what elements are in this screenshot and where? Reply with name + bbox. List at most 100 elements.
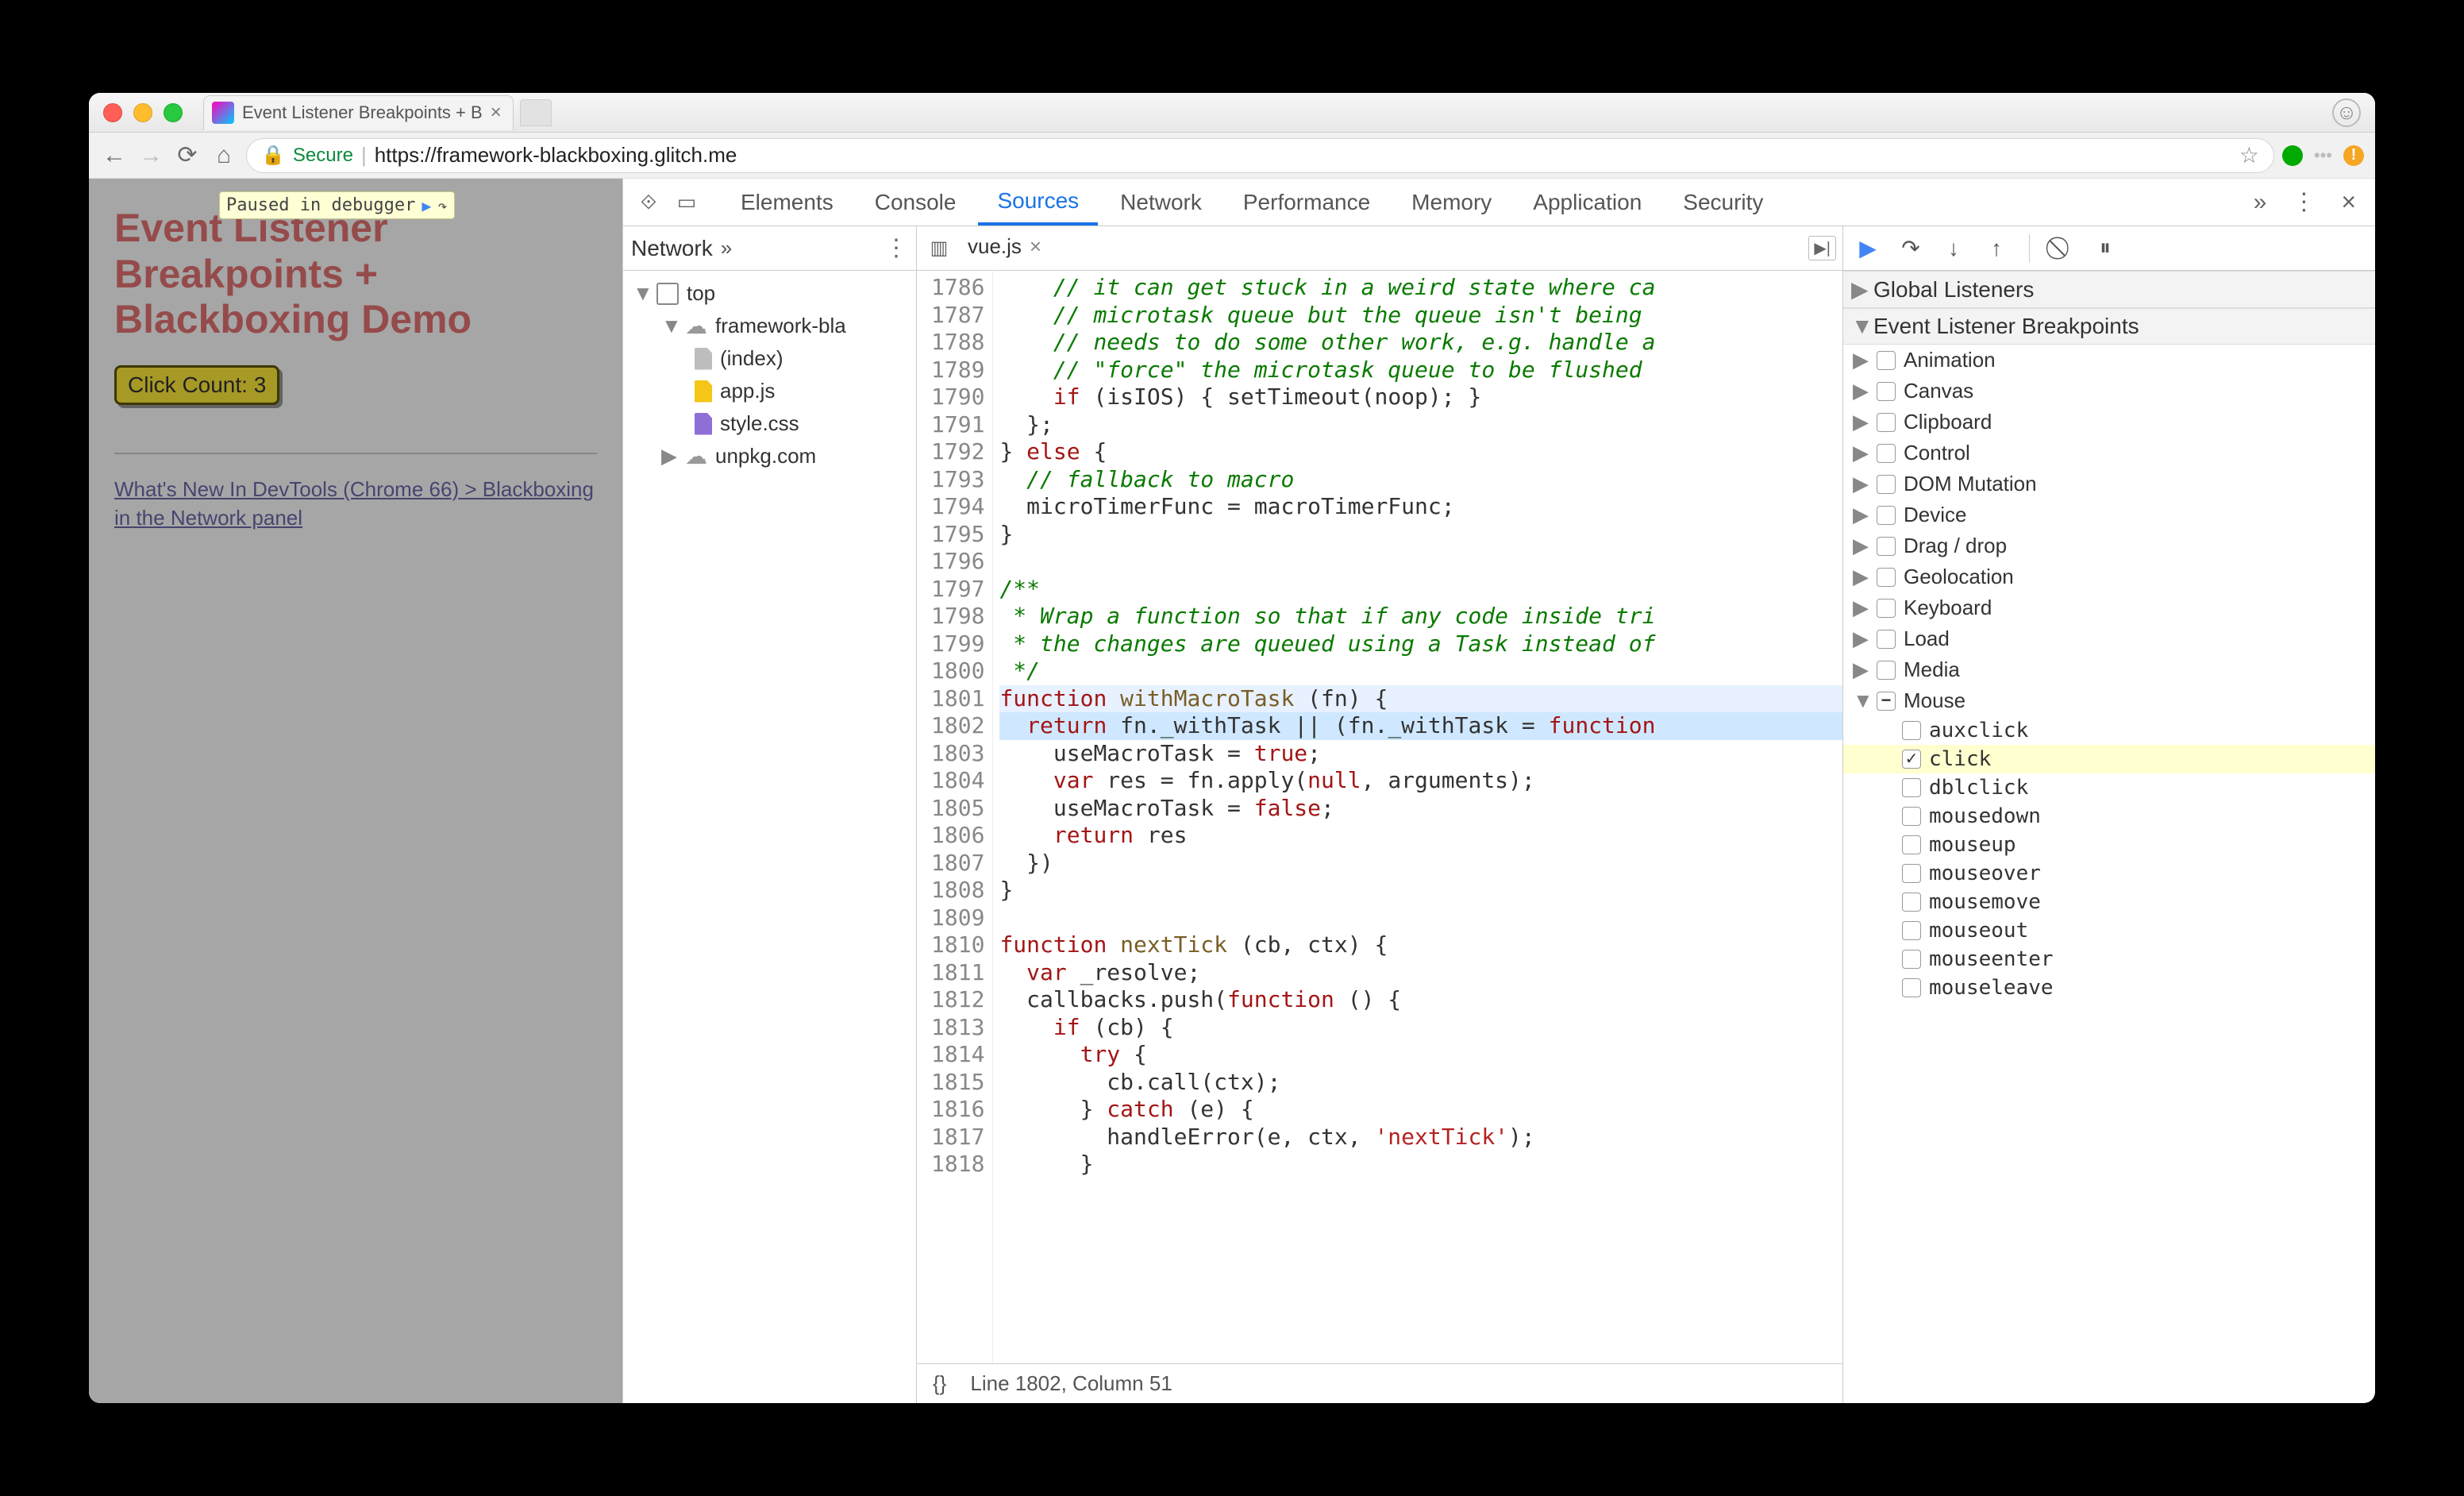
url-field[interactable]: 🔒 Secure | https://framework-blackboxing… bbox=[246, 138, 2274, 173]
extension-alert-icon[interactable]: ! bbox=[2343, 145, 2364, 166]
nav-more-icon[interactable]: » bbox=[721, 236, 732, 260]
bookmark-icon[interactable]: ☆ bbox=[2239, 142, 2259, 168]
tab-memory[interactable]: Memory bbox=[1392, 179, 1511, 226]
ev-cat-geolocation[interactable]: Geolocation bbox=[1843, 561, 2375, 592]
nav-tab-network[interactable]: Network bbox=[631, 236, 713, 261]
checkbox[interactable] bbox=[1877, 692, 1896, 711]
deactivate-bp-icon[interactable]: ⃠ bbox=[2047, 235, 2077, 261]
checkbox[interactable] bbox=[1877, 382, 1896, 401]
checkbox[interactable] bbox=[1877, 537, 1896, 556]
section-event-listener-bp[interactable]: ▼Event Listener Breakpoints bbox=[1843, 308, 2375, 345]
tree-file-stylecss[interactable]: style.css bbox=[623, 407, 916, 440]
checkbox[interactable] bbox=[1902, 950, 1921, 969]
ev-auxclick[interactable]: auxclick bbox=[1843, 716, 2375, 745]
step-into-icon[interactable]: ↓ bbox=[1938, 236, 1969, 261]
toggle-nav-icon[interactable]: ▥ bbox=[923, 237, 955, 260]
device-toggle-icon[interactable]: ▭ bbox=[669, 190, 704, 214]
ev-cat-mouse[interactable]: Mouse bbox=[1843, 685, 2375, 716]
checkbox[interactable] bbox=[1902, 864, 1921, 883]
tab-sources[interactable]: Sources bbox=[978, 179, 1098, 226]
checkbox[interactable] bbox=[1902, 978, 1921, 997]
tree-file-index[interactable]: (index) bbox=[623, 342, 916, 375]
run-snippet-icon[interactable]: ▶| bbox=[1808, 236, 1836, 260]
close-tab-icon[interactable]: × bbox=[491, 102, 502, 124]
kebab-icon[interactable]: ⋮ bbox=[2281, 188, 2327, 216]
home-icon[interactable]: ⌂ bbox=[210, 142, 238, 169]
ev-cat-animation[interactable]: Animation bbox=[1843, 345, 2375, 376]
code-body[interactable]: // it can get stuck in a weird state whe… bbox=[993, 271, 1842, 1363]
checkbox[interactable] bbox=[1877, 351, 1896, 370]
checkbox[interactable] bbox=[1902, 893, 1921, 912]
ev-cat-keyboard[interactable]: Keyboard bbox=[1843, 592, 2375, 623]
tree-file-appjs[interactable]: app.js bbox=[623, 375, 916, 407]
tab-application[interactable]: Application bbox=[1514, 179, 1661, 226]
pretty-print-icon[interactable]: {} bbox=[933, 1371, 946, 1396]
checkbox[interactable] bbox=[1902, 807, 1921, 826]
new-tab-button[interactable] bbox=[520, 99, 552, 126]
ev-mouseout[interactable]: mouseout bbox=[1843, 916, 2375, 945]
extension-green-icon[interactable] bbox=[2282, 145, 2303, 166]
checkbox[interactable] bbox=[1877, 599, 1896, 618]
tab-console[interactable]: Console bbox=[856, 179, 976, 226]
ev-cat-dom-mutation[interactable]: DOM Mutation bbox=[1843, 468, 2375, 499]
close-file-icon[interactable]: × bbox=[1030, 234, 1041, 259]
forward-icon[interactable]: → bbox=[137, 142, 165, 169]
statusbar: {} Line 1802, Column 51 bbox=[917, 1363, 1842, 1403]
ev-mouseup[interactable]: mouseup bbox=[1843, 831, 2375, 859]
ev-cat-media[interactable]: Media bbox=[1843, 654, 2375, 685]
checkbox[interactable] bbox=[1877, 568, 1896, 587]
extension-dots-icon[interactable]: ••• bbox=[2314, 145, 2332, 166]
browser-tab[interactable]: Event Listener Breakpoints + B × bbox=[203, 95, 514, 130]
checkbox[interactable] bbox=[1877, 444, 1896, 463]
maximize-window-button[interactable] bbox=[164, 103, 183, 122]
step-mini-icon[interactable]: ↷ bbox=[437, 196, 447, 215]
checkbox[interactable] bbox=[1877, 630, 1896, 649]
resume-icon[interactable]: ▶ bbox=[1853, 235, 1883, 261]
checkbox[interactable] bbox=[1902, 778, 1921, 797]
ev-cat-drag-drop[interactable]: Drag / drop bbox=[1843, 530, 2375, 561]
ev-mousemove[interactable]: mousemove bbox=[1843, 888, 2375, 916]
checkbox[interactable] bbox=[1902, 750, 1921, 769]
back-icon[interactable]: ← bbox=[100, 142, 129, 169]
tab-elements[interactable]: Elements bbox=[722, 179, 853, 226]
nav-menu-icon[interactable]: ⋮ bbox=[884, 234, 908, 262]
ev-mouseenter[interactable]: mouseenter bbox=[1843, 945, 2375, 974]
tab-performance[interactable]: Performance bbox=[1224, 179, 1389, 226]
code-viewer[interactable]: 1786178717881789179017911792179317941795… bbox=[917, 271, 1842, 1363]
tab-network[interactable]: Network bbox=[1101, 179, 1221, 226]
checkbox[interactable] bbox=[1877, 413, 1896, 432]
ev-cat-load[interactable]: Load bbox=[1843, 623, 2375, 654]
checkbox[interactable] bbox=[1902, 721, 1921, 740]
close-window-button[interactable] bbox=[103, 103, 122, 122]
tree-domain-1[interactable]: ☁ framework-bla bbox=[623, 310, 916, 342]
ev-cat-canvas[interactable]: Canvas bbox=[1843, 376, 2375, 407]
ev-cat-device[interactable]: Device bbox=[1843, 499, 2375, 530]
checkbox[interactable] bbox=[1902, 921, 1921, 940]
more-tabs-icon[interactable]: » bbox=[2243, 189, 2278, 216]
ev-mouseover[interactable]: mouseover bbox=[1843, 859, 2375, 888]
ev-dblclick[interactable]: dblclick bbox=[1843, 773, 2375, 802]
close-devtools-icon[interactable]: × bbox=[2330, 187, 2367, 217]
ev-cat-clipboard[interactable]: Clipboard bbox=[1843, 407, 2375, 438]
ev-cat-control[interactable]: Control bbox=[1843, 438, 2375, 468]
tree-domain-2[interactable]: ☁ unpkg.com bbox=[623, 440, 916, 472]
checkbox[interactable] bbox=[1877, 475, 1896, 494]
section-global-listeners[interactable]: ▶Global Listeners bbox=[1843, 271, 2375, 308]
tab-security[interactable]: Security bbox=[1664, 179, 1782, 226]
checkbox[interactable] bbox=[1877, 661, 1896, 680]
pause-exceptions-icon[interactable]: ⏸ bbox=[2090, 235, 2120, 261]
step-out-icon[interactable]: ↑ bbox=[1981, 236, 2012, 261]
reload-icon[interactable]: ⟳ bbox=[173, 141, 202, 169]
filetab-vuejs[interactable]: vue.js × bbox=[955, 226, 1054, 270]
step-over-icon[interactable]: ↷ bbox=[1896, 235, 1926, 261]
tree-top[interactable]: top bbox=[623, 277, 916, 310]
ev-mousedown[interactable]: mousedown bbox=[1843, 802, 2375, 831]
checkbox[interactable] bbox=[1902, 835, 1921, 854]
minimize-window-button[interactable] bbox=[133, 103, 152, 122]
ev-click[interactable]: click bbox=[1843, 745, 2375, 773]
ev-mouseleave[interactable]: mouseleave bbox=[1843, 974, 2375, 1002]
profile-icon[interactable]: ☺ bbox=[2332, 98, 2361, 127]
inspect-icon[interactable]: ⟐ bbox=[631, 190, 666, 215]
resume-mini-icon[interactable]: ▶ bbox=[422, 196, 431, 215]
checkbox[interactable] bbox=[1877, 506, 1896, 525]
